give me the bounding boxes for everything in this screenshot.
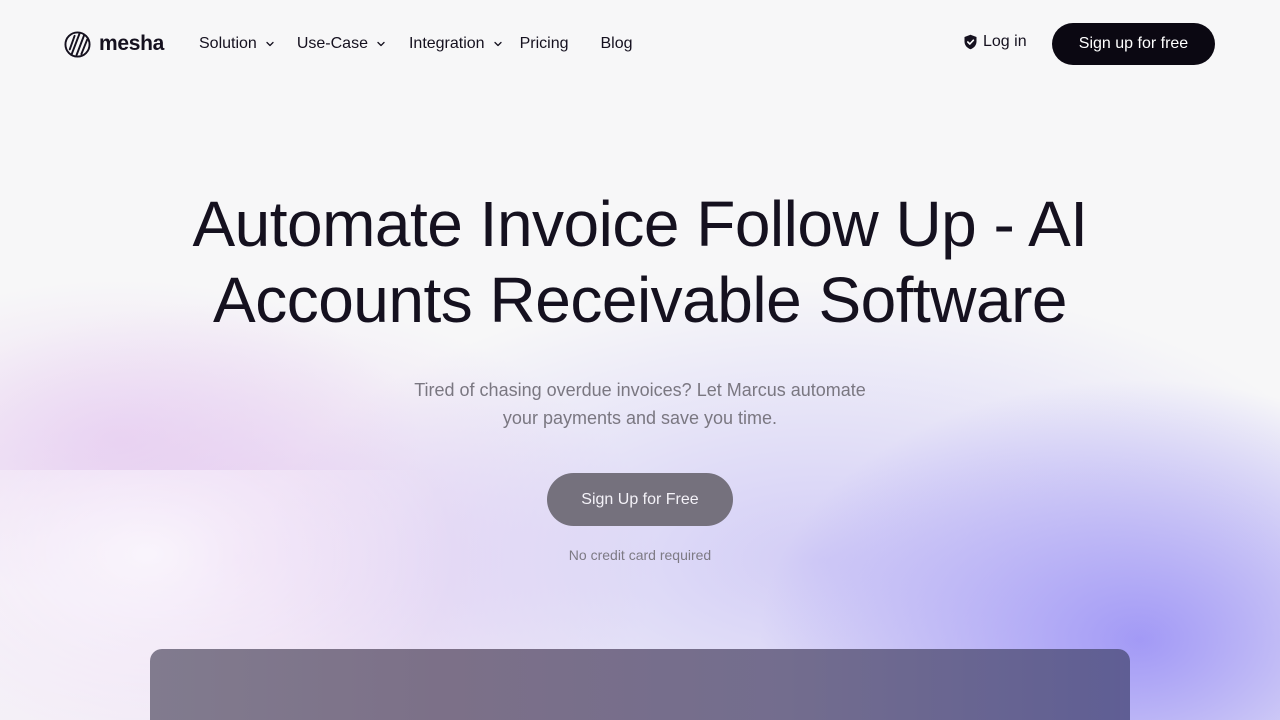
chevron-down-icon [377, 41, 385, 47]
hero-subtitle: Tired of chasing overdue invoices? Let M… [380, 376, 900, 432]
hero-title-line-1: Automate Invoice Follow Up - AI [192, 188, 1088, 260]
signup-button[interactable]: Sign up for free [1052, 23, 1215, 65]
nav-item-label: Use-Case [296, 35, 368, 52]
nav-item-label: Solution [199, 35, 257, 52]
hero-subtitle-line-2: your payments and save you time. [502, 408, 778, 428]
nav-item-label: Blog [600, 35, 633, 52]
login-label: Log in [983, 33, 1027, 50]
hero-signup-button[interactable]: Sign Up for Free [547, 473, 733, 526]
product-preview-panel [150, 649, 1130, 720]
brand-logo[interactable]: mesha [64, 30, 164, 58]
brand-name: mesha [99, 32, 165, 55]
chevron-down-icon [493, 41, 502, 47]
main-nav: Solution Use-Case Integration Pricing Bl… [199, 33, 633, 55]
login-link[interactable]: Log in [963, 33, 1027, 51]
nav-item-label: Integration [408, 35, 485, 52]
nav-item-pricing[interactable]: Pricing [520, 35, 569, 53]
nav-item-use-case[interactable]: Use-Case [297, 35, 386, 53]
nav-item-integration[interactable]: Integration [409, 35, 503, 53]
site-header: mesha Solution Use-Case Integration Pric… [0, 0, 1280, 88]
nav-item-blog[interactable]: Blog [600, 35, 632, 53]
mesha-logo-icon [64, 30, 91, 58]
chevron-down-icon [266, 41, 274, 47]
hero-title-line-2: Accounts Receivable Software [213, 264, 1068, 336]
no-credit-card-note: No credit card required [568, 547, 712, 563]
shield-check-icon [964, 34, 977, 50]
hero-title: Automate Invoice Follow Up - AI Accounts… [140, 186, 1140, 338]
nav-item-solution[interactable]: Solution [199, 35, 275, 53]
hero-subtitle-line-1: Tired of chasing overdue invoices? Let M… [414, 380, 866, 400]
nav-item-label: Pricing [519, 35, 569, 52]
